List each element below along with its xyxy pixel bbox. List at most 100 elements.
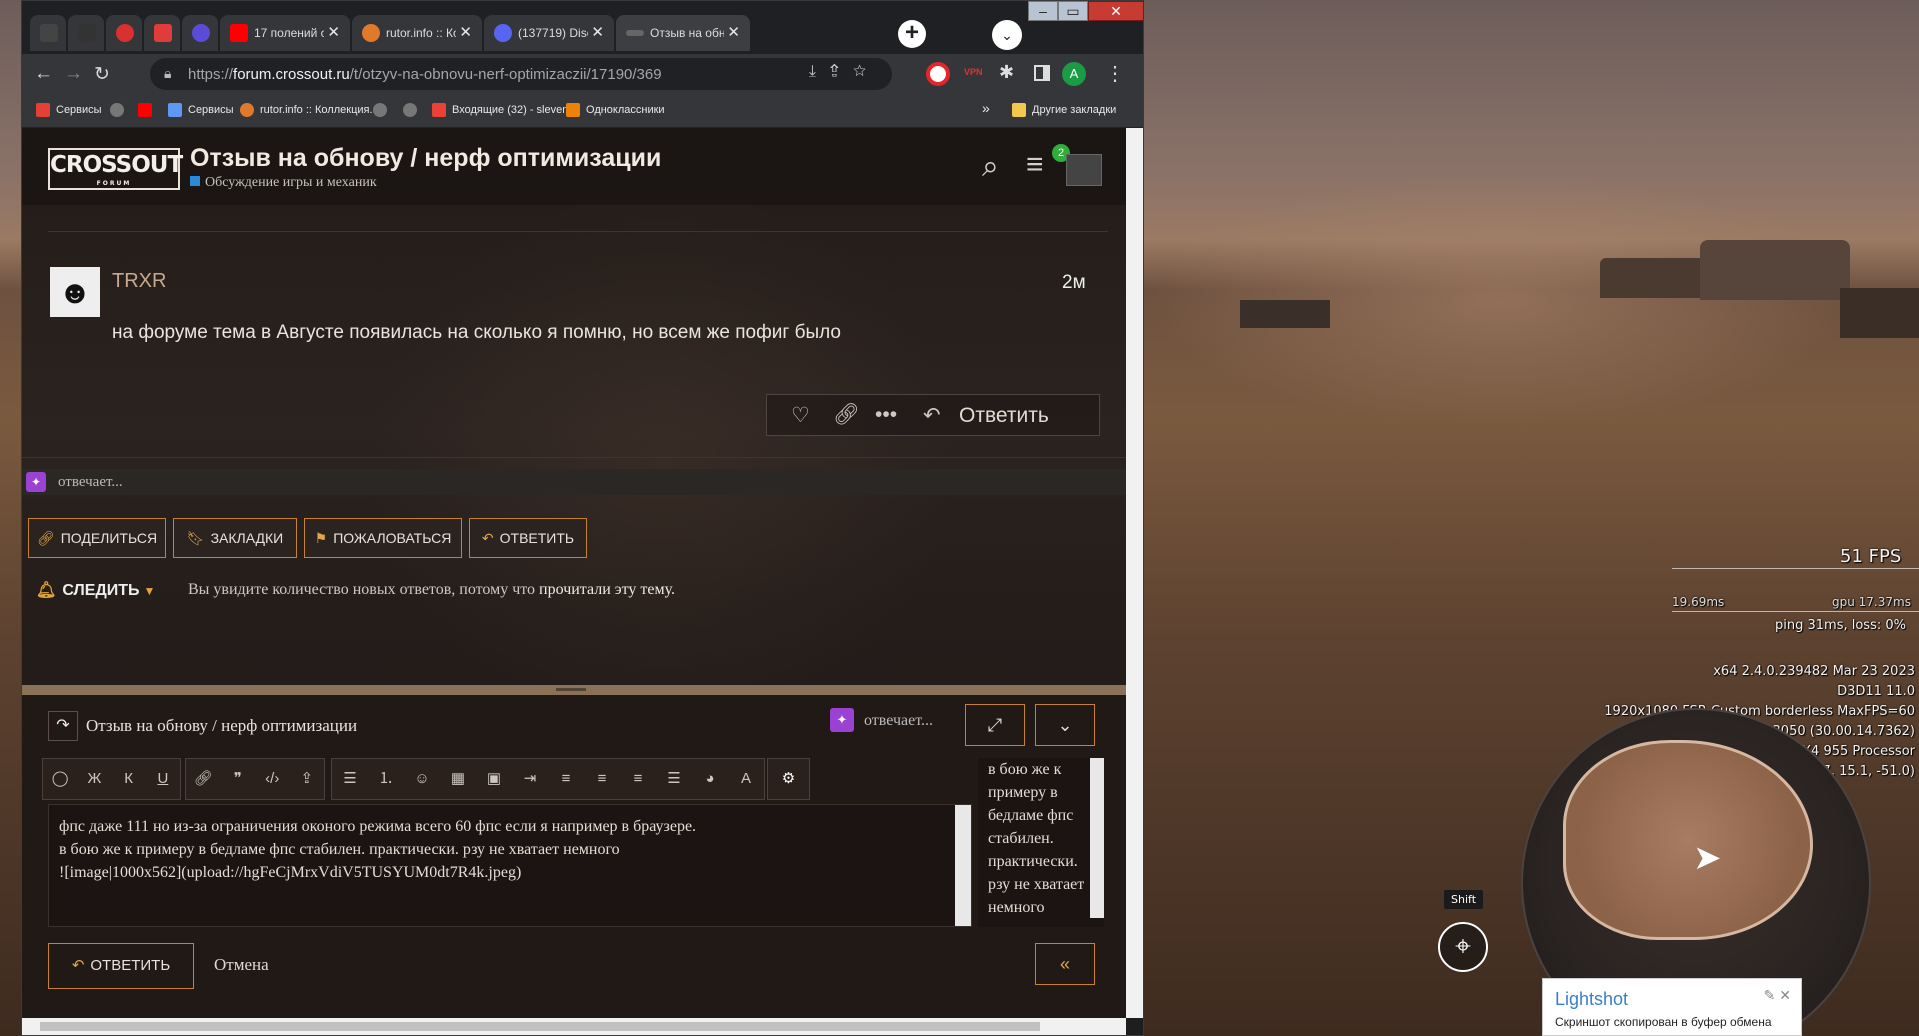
reply-to-icon[interactable]: ↷ bbox=[48, 711, 78, 741]
shift-key-hint: Shift bbox=[1444, 890, 1484, 909]
chevron-down-icon[interactable]: ⌄ bbox=[992, 20, 1022, 50]
composer-resize-grip[interactable] bbox=[22, 685, 1126, 695]
tab-pinned-1[interactable] bbox=[30, 15, 66, 51]
page-vertical-scrollbar[interactable] bbox=[1126, 128, 1143, 1018]
quote-bubble-icon[interactable]: ◯ bbox=[43, 759, 77, 799]
more-icon[interactable]: ••• bbox=[875, 403, 897, 427]
category-link[interactable]: Обсуждение игры и механик bbox=[190, 175, 377, 191]
vpn-extension-icon[interactable]: VPN bbox=[964, 67, 983, 77]
tab-rutor[interactable]: rutor.info :: Колле ✕ bbox=[352, 15, 482, 51]
editor-scrollbar[interactable] bbox=[955, 805, 971, 926]
side-panel-icon[interactable] bbox=[1034, 65, 1050, 81]
gear-icon[interactable]: ⚙ bbox=[768, 759, 809, 799]
tab-pinned-3[interactable] bbox=[106, 15, 142, 51]
page-horizontal-scrollbar[interactable] bbox=[22, 1018, 1126, 1035]
bookmark-globe[interactable] bbox=[110, 103, 130, 117]
more-menu-icon[interactable]: ⋮ bbox=[1105, 61, 1125, 86]
close-icon[interactable]: ✕ bbox=[459, 23, 472, 41]
minimize-button[interactable]: – bbox=[1028, 1, 1058, 21]
fullscreen-toggle-button[interactable]: ⤢ bbox=[965, 704, 1025, 746]
font-icon[interactable]: A bbox=[728, 759, 764, 799]
tab-discord[interactable]: (137719) Discord ✕ bbox=[484, 15, 614, 51]
reply-textarea[interactable]: фпс даже 111 но из-за ограничения оконог… bbox=[48, 804, 972, 927]
other-bookmarks[interactable]: Другие закладки bbox=[1012, 103, 1116, 117]
flag-button[interactable]: ⚑ ПОЖАЛОВАТЬСЯ bbox=[304, 518, 462, 558]
address-actions[interactable]: ⤓⇪☆ bbox=[809, 63, 880, 81]
calendar-icon[interactable]: ▦ bbox=[440, 759, 476, 799]
bookmark-odnoklassniki[interactable]: Одноклассники bbox=[566, 103, 665, 117]
upload-icon[interactable]: ⇪ bbox=[290, 759, 325, 799]
tab-pinned-2[interactable] bbox=[68, 15, 104, 51]
close-icon[interactable]: ✕ bbox=[591, 23, 604, 41]
align-left-icon[interactable]: ≡ bbox=[548, 759, 584, 799]
post-timestamp[interactable]: 2м bbox=[1062, 272, 1086, 294]
user-avatar[interactable] bbox=[1066, 154, 1102, 186]
cancel-link[interactable]: Отмена bbox=[214, 955, 269, 975]
submit-reply-button[interactable]: ↶ ОТВЕТИТЬ bbox=[48, 943, 194, 989]
reply-icon[interactable]: ↶ bbox=[923, 403, 941, 428]
hide-preview-button[interactable]: « bbox=[1035, 943, 1095, 985]
topic-title[interactable]: Отзыв на обнову / нерф оптимизации bbox=[190, 144, 661, 173]
scroll-thumb[interactable] bbox=[40, 1022, 1040, 1031]
bookmark-youtube[interactable] bbox=[138, 103, 158, 117]
tab-youtube[interactable]: 17 полений сосн ✕ bbox=[220, 15, 350, 51]
palette-icon[interactable]: ◕ bbox=[692, 759, 728, 799]
image-icon[interactable]: ▣ bbox=[476, 759, 512, 799]
bookmark-globe-3[interactable] bbox=[403, 103, 423, 117]
justify-icon[interactable]: ☰ bbox=[656, 759, 692, 799]
underline-icon[interactable]: U bbox=[146, 759, 180, 799]
close-icon[interactable]: ✕ bbox=[327, 23, 340, 41]
hamburger-menu-icon[interactable]: ≡ bbox=[1026, 148, 1044, 182]
reply-post-button[interactable]: Ответить bbox=[959, 404, 1049, 428]
collapse-composer-button[interactable]: ⌄ bbox=[1035, 704, 1095, 746]
italic-icon[interactable]: К bbox=[112, 759, 146, 799]
forward-icon[interactable]: → bbox=[64, 63, 83, 85]
close-window-button[interactable]: ✕ bbox=[1088, 1, 1144, 21]
crossout-logo[interactable]: CROSSOUT FORUM bbox=[48, 148, 183, 190]
follow-dropdown[interactable]: 🔔︎ СЛЕДИТЬ ▼ bbox=[36, 580, 155, 600]
bold-icon[interactable]: Ж bbox=[77, 759, 111, 799]
extensions-icon[interactable]: ✱ bbox=[999, 62, 1014, 83]
bookmark-globe-2[interactable] bbox=[373, 103, 393, 117]
close-icon[interactable]: ✎ ✕ bbox=[1764, 987, 1791, 1004]
rutor-icon bbox=[240, 103, 254, 117]
bookmark-rutor[interactable]: rutor.info :: Коллекция... bbox=[240, 103, 379, 117]
bookmark-services-2[interactable]: Сервисы bbox=[168, 103, 234, 117]
bookmark-gmail[interactable]: Входящие (32) - sleven... bbox=[432, 103, 578, 117]
avatar: ✦ bbox=[830, 708, 854, 732]
new-tab-button[interactable]: + bbox=[898, 20, 926, 48]
avatar[interactable]: ☻ bbox=[50, 267, 100, 317]
globe-icon bbox=[110, 103, 124, 117]
opera-extension-icon[interactable] bbox=[926, 62, 950, 86]
share-button[interactable]: 🔗︎ ПОДЕЛИТЬСЯ bbox=[28, 518, 166, 558]
emoji-icon[interactable]: ☺ bbox=[404, 759, 440, 799]
link-icon[interactable]: 🔗︎ bbox=[833, 403, 860, 427]
close-icon[interactable]: ✕ bbox=[727, 23, 740, 41]
indent-icon[interactable]: ⇥ bbox=[512, 759, 548, 799]
numbered-list-icon[interactable]: ⒈ bbox=[368, 759, 404, 799]
bookmarks-more[interactable]: » bbox=[982, 100, 990, 116]
preview-scrollbar[interactable] bbox=[1090, 758, 1104, 918]
bullet-list-icon[interactable]: ☰ bbox=[332, 759, 368, 799]
post-username[interactable]: TRXR bbox=[112, 270, 166, 293]
like-icon[interactable]: ♡ bbox=[791, 403, 810, 428]
bell-icon: 🔔︎ bbox=[36, 582, 57, 599]
bookmark-services[interactable]: Сервисы bbox=[36, 103, 102, 117]
tab-forum-active[interactable]: Отзыв на обнову ✕ bbox=[616, 15, 750, 51]
reload-icon[interactable]: ↻ bbox=[94, 63, 110, 86]
tab-pinned-4[interactable] bbox=[144, 15, 180, 51]
align-center-icon[interactable]: ≡ bbox=[584, 759, 620, 799]
tab-pinned-5[interactable] bbox=[182, 15, 218, 51]
address-bar[interactable]: 🔒︎ https://forum.crossout.ru/t/otzyv-na-… bbox=[150, 58, 892, 90]
search-icon[interactable]: ⌕ bbox=[982, 150, 999, 184]
maximize-button[interactable]: ▭ bbox=[1058, 1, 1088, 21]
code-icon[interactable]: ‹/› bbox=[255, 759, 290, 799]
blockquote-icon[interactable]: ❞ bbox=[221, 759, 256, 799]
back-icon[interactable]: ← bbox=[34, 63, 53, 85]
lightshot-notification[interactable]: Lightshot Скриншот скопирован в буфер об… bbox=[1542, 978, 1802, 1036]
link-icon[interactable]: 🔗︎ bbox=[186, 759, 221, 799]
bookmark-button[interactable]: 🔖︎ ЗАКЛАДКИ bbox=[173, 518, 297, 558]
profile-avatar[interactable]: A bbox=[1062, 62, 1086, 86]
reply-topic-button[interactable]: ↶ ОТВЕТИТЬ bbox=[469, 518, 587, 558]
align-right-icon[interactable]: ≡ bbox=[620, 759, 656, 799]
